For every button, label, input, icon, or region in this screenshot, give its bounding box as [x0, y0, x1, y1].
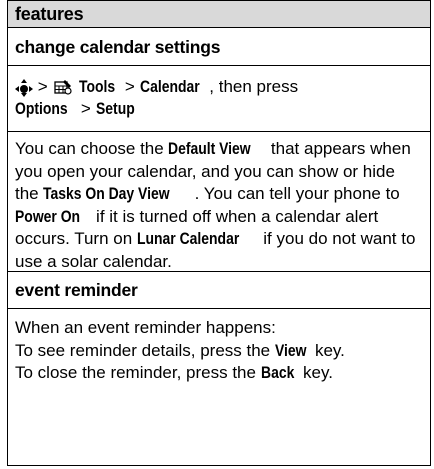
option-power-on: Power On: [15, 206, 81, 226]
menu-options: Options: [15, 99, 68, 118]
key-back: Back: [260, 363, 295, 382]
path-separator: >: [80, 99, 91, 118]
feature-title-calendar-settings: change calendar settings: [8, 28, 430, 66]
option-default-view: Default View: [168, 139, 252, 158]
table-header: features: [8, 1, 430, 28]
menu-calendar: Calendar: [139, 77, 200, 96]
path-separator: >: [37, 77, 48, 96]
section-title: change calendar settings: [15, 37, 221, 57]
navigation-path: > Tools > Calendar , then press Options >…: [8, 66, 430, 132]
body-text: To close the reminder, press the: [15, 363, 261, 382]
key-view: View: [274, 340, 307, 360]
body-text: To see reminder details, press the: [15, 340, 275, 360]
body-text: When an event reminder happens:: [15, 318, 276, 337]
option-tasks-on-day-view: Tasks On Day View: [43, 184, 170, 203]
menu-tools: Tools: [79, 77, 116, 96]
menu-setup: Setup: [95, 99, 135, 118]
body-text: key.: [298, 363, 333, 382]
body-text: key.: [310, 340, 345, 360]
nav-key-icon: [15, 78, 33, 97]
feature-title-event-reminder: event reminder: [8, 272, 430, 309]
tools-icon: [54, 80, 73, 95]
features-table: features change calendar settings > Tool…: [7, 0, 431, 466]
body-text: You can choose the: [15, 139, 169, 158]
path-text: , then press: [209, 77, 299, 96]
path-separator: >: [124, 77, 135, 96]
feature-description: You can choose the Default View that app…: [8, 132, 430, 272]
event-reminder-description: When an event reminder happens: To see r…: [8, 309, 430, 385]
header-title: features: [15, 4, 84, 24]
section-title: event reminder: [15, 280, 138, 300]
body-text: . You can tell your phone to: [194, 184, 400, 203]
option-lunar-calendar: Lunar Calendar: [136, 229, 240, 248]
